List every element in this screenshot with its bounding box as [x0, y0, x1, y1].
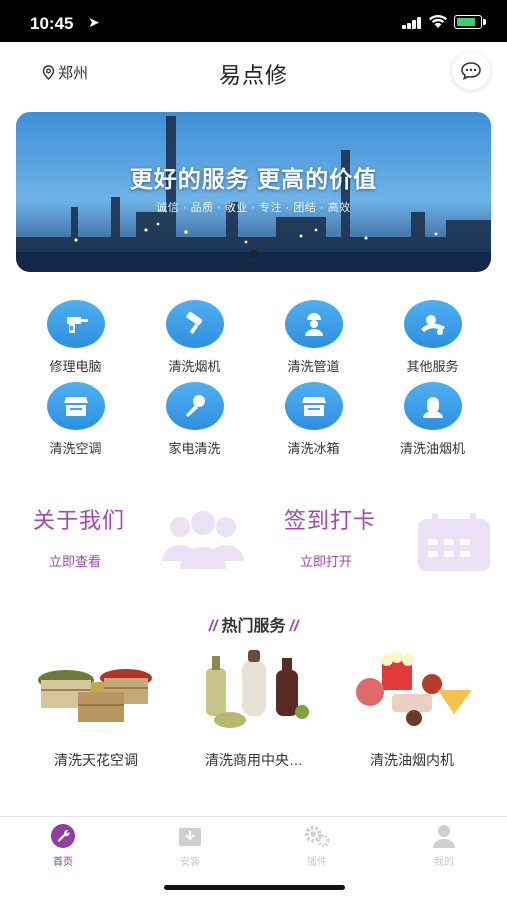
hot-service-label: 清洗商用中央… — [205, 752, 303, 768]
hot-service-item[interactable]: 清洗商用中央… — [174, 650, 334, 770]
service-item[interactable]: 修理电脑 — [16, 300, 135, 375]
promo-link[interactable]: 立即打开 — [300, 551, 352, 570]
service-item[interactable]: 清洗空调 — [16, 382, 135, 457]
service-label: 家电清洗 — [168, 441, 221, 456]
battery-icon — [454, 15, 482, 29]
carousel-indicator — [16, 245, 491, 263]
banner-subtitle: 诚信 · 品质 · 敬业 · 专注 · 团结 · 高效 — [156, 202, 351, 214]
delivery-person-icon — [403, 300, 462, 348]
service-label: 清洗冰箱 — [287, 441, 340, 456]
tab-label: 首页 — [53, 857, 73, 868]
hot-service-label: 清洗油烟内机 — [370, 752, 454, 768]
hot-service-item[interactable]: 清洗油烟内机 — [332, 650, 492, 770]
grain-bowls-image — [26, 650, 166, 732]
status-time: 10:45 — [30, 14, 74, 33]
drill-icon — [46, 300, 105, 348]
service-label: 其他服务 — [406, 359, 459, 374]
download-box-icon — [177, 823, 203, 849]
service-label: 清洗油烟机 — [399, 441, 465, 456]
carousel-dot-active[interactable] — [249, 250, 258, 258]
hot-section-header: //热门服务// — [0, 612, 507, 636]
hot-service-label: 清洗天花空调 — [54, 752, 138, 768]
tab-label: 我的 — [434, 857, 454, 868]
service-item[interactable]: 清洗烟机 — [135, 300, 254, 375]
user-icon — [431, 823, 457, 849]
service-item[interactable]: 家电清洗 — [135, 382, 254, 457]
cellular-signal-icon — [402, 17, 422, 29]
title-decoration-icon: // — [208, 618, 218, 635]
service-item[interactable]: 其他服务 — [373, 300, 492, 375]
service-label: 修理电脑 — [49, 359, 102, 374]
group-people-icon — [162, 511, 244, 569]
hot-section-title: 热门服务 — [221, 618, 286, 635]
tab-profile[interactable]: 我的 — [381, 823, 507, 868]
calendar-icon — [418, 513, 490, 571]
header: 郑州 易点修 — [0, 42, 507, 104]
microphone-icon — [165, 382, 224, 430]
wrench-icon — [50, 823, 76, 849]
worker-icon — [284, 300, 343, 348]
service-label: 清洗烟机 — [168, 359, 221, 374]
service-item[interactable]: 清洗油烟机 — [373, 382, 492, 457]
status-bar: 10:45 ➤ — [0, 0, 507, 42]
person-icon — [403, 382, 462, 430]
battery-tip — [483, 19, 486, 25]
tab-label: 插件 — [307, 857, 327, 868]
location-arrow-icon: ➤ — [88, 14, 100, 30]
tab-label: 安装 — [180, 857, 200, 868]
tab-install[interactable]: 安装 — [127, 823, 253, 868]
banner-title: 更好的服务 更高的价值 — [129, 166, 378, 192]
wifi-icon — [429, 14, 447, 28]
promo-title: 签到打卡 — [284, 508, 377, 533]
promo-about-us[interactable]: 关于我们 立即查看 — [33, 495, 253, 585]
chat-bubble-icon — [461, 62, 481, 80]
tab-home[interactable]: 首页 — [0, 823, 126, 868]
message-button[interactable] — [452, 52, 490, 90]
service-label: 清洗空调 — [49, 441, 102, 456]
promo-title: 关于我们 — [33, 508, 126, 533]
paint-roller-icon — [165, 300, 224, 348]
promo-link[interactable]: 立即查看 — [49, 551, 101, 570]
tab-plugins[interactable]: 插件 — [254, 823, 380, 868]
storefront-icon — [284, 382, 343, 430]
hot-service-item[interactable]: 清洗天花空调 — [16, 650, 176, 770]
gears-icon — [304, 823, 330, 849]
storefront-icon — [46, 382, 105, 430]
service-item[interactable]: 清洗管道 — [254, 300, 373, 375]
page-title: 易点修 — [218, 63, 288, 88]
service-item[interactable]: 清洗冰箱 — [254, 382, 373, 457]
promo-check-in[interactable]: 签到打卡 立即打开 — [284, 495, 499, 585]
title-decoration-icon: // — [289, 618, 299, 635]
home-indicator — [164, 885, 345, 890]
service-label: 清洗管道 — [287, 359, 340, 374]
bottles-image — [184, 650, 324, 732]
snacks-image — [342, 650, 482, 732]
banner-carousel[interactable]: 更好的服务 更高的价值 诚信 · 品质 · 敬业 · 专注 · 团结 · 高效 — [16, 112, 491, 272]
